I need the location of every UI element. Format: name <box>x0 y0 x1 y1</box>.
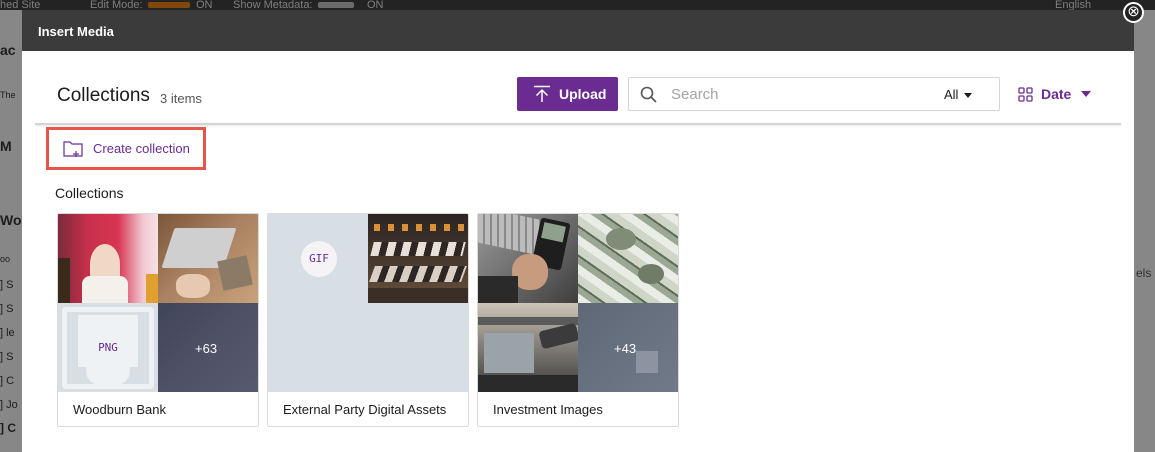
collection-card[interactable]: +43 Investment Images <box>477 213 679 427</box>
thumbnail-image: PNG <box>58 303 158 392</box>
car-window <box>484 333 534 373</box>
person-figure <box>146 274 158 303</box>
upload-button[interactable]: Upload <box>517 77 618 111</box>
person-figure <box>58 258 70 303</box>
phone-shape <box>217 255 253 291</box>
dialog-title: Insert Media <box>22 10 1134 51</box>
thumbnail-image: +43 <box>578 303 678 392</box>
collection-card[interactable]: GIF External Party Digital Assets <box>267 213 469 427</box>
money-portrait <box>638 264 664 284</box>
mixer-faders <box>369 266 467 282</box>
hand-shape <box>176 274 210 298</box>
folder-add-icon <box>63 140 83 157</box>
thumbnail-image: GIF <box>268 214 368 303</box>
car-door <box>478 375 578 392</box>
collections-header: Collections 3 items Upload All <box>22 51 1134 126</box>
insert-media-dialog: Insert Media Collections 3 items Upload … <box>22 10 1134 452</box>
thumbnail-image <box>58 214 158 303</box>
sort-select-value: Date <box>1041 86 1072 102</box>
sort-select[interactable]: Date <box>1018 86 1092 102</box>
item-count: 3 items <box>160 91 202 106</box>
thumbnail-image <box>158 214 258 303</box>
car-roof <box>478 317 578 325</box>
thumbnail-image <box>478 214 578 303</box>
create-collection-button[interactable]: Create collection <box>46 127 206 170</box>
header-divider <box>35 123 1121 125</box>
chevron-down-icon <box>1081 91 1092 97</box>
money-portrait <box>606 228 636 250</box>
mixer-base <box>368 288 468 303</box>
arm-shape <box>538 322 578 350</box>
thumbnail-placeholder <box>268 303 468 392</box>
chevron-down-icon <box>964 93 973 99</box>
thumbnail-image <box>578 214 678 303</box>
collection-name: Woodburn Bank <box>73 402 166 417</box>
collection-thumbnail-grid: GIF <box>268 214 468 392</box>
upload-label: Upload <box>559 86 607 102</box>
collection-thumbnail-grid: +43 <box>478 214 678 392</box>
file-frame <box>86 361 130 385</box>
box-shape <box>636 351 658 373</box>
sleeve-shape <box>478 276 518 303</box>
search-box: All <box>628 77 1000 111</box>
collection-card[interactable]: PNG +63 Woodburn Bank <box>57 213 259 427</box>
person-body <box>82 276 128 303</box>
mixer-lights <box>374 224 464 231</box>
create-collection-label: Create collection <box>93 141 190 156</box>
section-heading: Collections <box>55 185 124 201</box>
thumbnail-image <box>368 214 468 303</box>
page-title: Collections <box>57 85 150 106</box>
png-badge: PNG <box>84 338 132 358</box>
close-icon[interactable]: ⊗ <box>1123 2 1144 23</box>
filter-select[interactable]: All <box>944 87 973 102</box>
grid-view-icon <box>1018 86 1033 102</box>
mixer-faders <box>370 242 466 256</box>
gif-badge: GIF <box>301 241 337 277</box>
more-count: +43 <box>614 341 637 356</box>
upload-icon <box>534 85 550 102</box>
collection-name: External Party Digital Assets <box>283 402 447 417</box>
search-input[interactable] <box>671 84 911 104</box>
thumbnail-image <box>478 303 578 392</box>
more-count: +63 <box>195 341 218 356</box>
collection-name: Investment Images <box>493 402 603 417</box>
collection-thumbnail-grid: PNG +63 <box>58 214 258 392</box>
filter-select-value: All <box>944 87 959 102</box>
phone-screen <box>541 222 566 243</box>
search-icon <box>640 86 657 103</box>
thumbnail-image: +63 <box>158 303 258 392</box>
